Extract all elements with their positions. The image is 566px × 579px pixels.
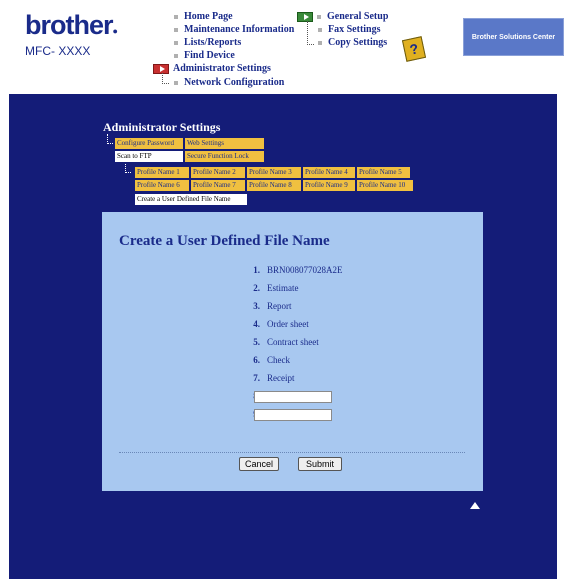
bullet-icon <box>318 27 322 32</box>
list-item: 2. Estimate <box>253 283 299 293</box>
filename-field-8[interactable] <box>254 391 332 403</box>
tab-profile-name-1[interactable]: Profile Name 1 <box>135 167 189 178</box>
tree-connector <box>107 134 113 144</box>
brother-logo: brother● <box>25 10 118 40</box>
tab-profile-name-6[interactable]: Profile Name 6 <box>135 180 189 191</box>
nav-home-page[interactable]: Home Page <box>174 11 233 23</box>
nav-lists-reports[interactable]: Lists/Reports <box>174 37 241 49</box>
user-defined-panel: Create a User Defined File Name 1. BRN008… <box>102 212 483 491</box>
list-item: 7. Receipt <box>253 373 295 383</box>
tab-profile-name-3[interactable]: Profile Name 3 <box>247 167 301 178</box>
header: brother● MFC- XXXX Home Page Maintenance… <box>0 0 566 94</box>
tab-user-defined-file-name[interactable]: Create a User Defined File Name <box>135 194 247 205</box>
help-icon[interactable]: ? <box>401 36 427 62</box>
nav-fax-settings[interactable]: Fax Settings <box>318 24 381 36</box>
tab-profile-name-9[interactable]: Profile Name 9 <box>303 180 355 191</box>
cancel-button[interactable]: Cancel <box>239 457 279 471</box>
tree-connector <box>162 73 169 84</box>
bullet-icon <box>174 80 178 85</box>
divider <box>119 452 465 453</box>
panel-title: Create a User Defined File Name <box>119 233 330 249</box>
triangle-up-icon[interactable] <box>470 502 480 509</box>
tab-web-settings[interactable]: Web Settings <box>185 138 264 149</box>
nav-administrator-settings[interactable]: Administrator Settings <box>153 63 271 75</box>
tree-connector <box>307 21 314 45</box>
tab-profile-name-7[interactable]: Profile Name 7 <box>191 180 245 191</box>
bullet-icon <box>174 53 178 58</box>
list-item: 6. Check <box>253 355 290 365</box>
tab-configure-password[interactable]: Configure Password <box>115 138 183 149</box>
nav-maintenance-information[interactable]: Maintenance Information <box>174 24 294 36</box>
nav-network-configuration[interactable]: Network Configuration <box>174 77 284 89</box>
submit-button[interactable]: Submit <box>298 457 342 471</box>
model-name: MFC- XXXX <box>25 44 91 58</box>
list-item: 3. Report <box>253 301 292 311</box>
bullet-icon <box>174 27 178 32</box>
list-item: 1. BRN008077028A2E <box>253 265 343 275</box>
tab-scan-to-ftp[interactable]: Scan to FTP <box>115 151 183 162</box>
bullet-icon <box>174 40 178 45</box>
main-area: Administrator Settings Configure Passwor… <box>9 94 557 579</box>
nav-find-device[interactable]: Find Device <box>174 50 235 62</box>
tab-profile-name-10[interactable]: Profile Name 10 <box>357 180 413 191</box>
solutions-center-button[interactable]: Brother Solutions Center <box>463 18 564 56</box>
list-item-input: 8. <box>102 391 483 407</box>
nav-copy-settings[interactable]: Copy Settings <box>318 37 387 49</box>
filename-field-9[interactable] <box>254 409 332 421</box>
tab-secure-function-lock[interactable]: Secure Function Lock <box>185 151 264 162</box>
tab-profile-name-2[interactable]: Profile Name 2 <box>191 167 245 178</box>
bullet-icon <box>317 14 321 19</box>
tab-profile-name-5[interactable]: Profile Name 5 <box>357 167 410 178</box>
bullet-icon <box>174 14 178 19</box>
list-item: 5. Contract sheet <box>253 337 319 347</box>
tree-connector <box>125 164 131 173</box>
section-title: Administrator Settings <box>103 120 221 134</box>
tab-profile-name-4[interactable]: Profile Name 4 <box>303 167 355 178</box>
tab-profile-name-8[interactable]: Profile Name 8 <box>247 180 301 191</box>
list-item: 4. Order sheet <box>253 319 309 329</box>
bullet-icon <box>318 40 322 45</box>
list-item-input: 9. <box>102 409 483 425</box>
